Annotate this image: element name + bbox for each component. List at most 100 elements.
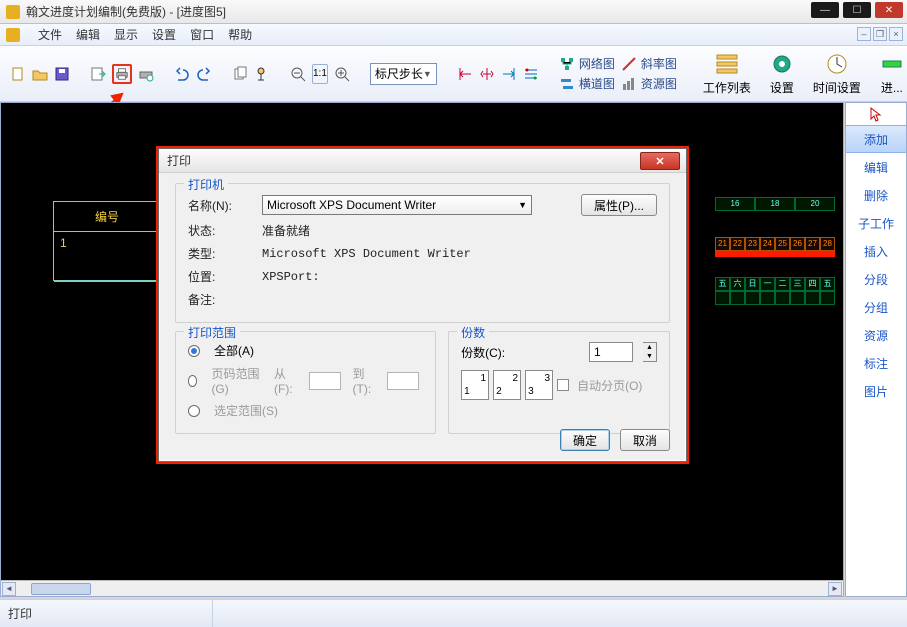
align-center-icon[interactable] — [479, 64, 495, 84]
export-icon[interactable] — [90, 64, 106, 84]
printer-fieldset: 打印机 名称(N): Microsoft XPS Document Writer… — [175, 183, 670, 323]
copies-legend: 份数 — [457, 324, 489, 341]
printer-select-value: Microsoft XPS Document Writer — [267, 198, 436, 212]
collate-icon-2: 22 — [493, 370, 521, 400]
dialog-close-button[interactable]: ✕ — [640, 152, 680, 170]
panel-delete[interactable]: 删除 — [846, 181, 906, 209]
window-maximize-button[interactable]: ☐ — [843, 2, 871, 18]
menu-help[interactable]: 帮助 — [228, 26, 252, 43]
app-icon — [6, 5, 20, 19]
redo-icon[interactable] — [196, 64, 212, 84]
panel-annotate[interactable]: 标注 — [846, 349, 906, 377]
menu-app-icon — [6, 28, 20, 42]
cancel-button[interactable]: 取消 — [620, 429, 670, 451]
gantt-left-pane: 编号 1 — [53, 201, 161, 281]
collate-label: 自动分页(O) — [577, 377, 642, 394]
range-legend: 打印范围 — [184, 324, 240, 341]
scroll-right-button[interactable]: ► — [828, 582, 842, 596]
window-close-button[interactable]: ✕ — [875, 2, 903, 18]
label-name: 名称(N): — [188, 197, 254, 214]
collate-checkbox[interactable] — [557, 379, 569, 391]
range-fieldset: 打印范围 全部(A) 页码范围(G) 从(F): 到(T): 选定范围(S) — [175, 331, 436, 434]
copies-spinner[interactable]: ▲▼ — [643, 342, 657, 362]
settings-button[interactable]: 设置 — [763, 49, 801, 98]
copies-fieldset: 份数 份数(C): 1 ▲▼ 11 22 33 自动分页(O) — [448, 331, 670, 434]
panel-resource[interactable]: 资源 — [846, 321, 906, 349]
printer-legend: 打印机 — [184, 176, 228, 193]
mdi-restore-button[interactable]: ❐ — [873, 27, 887, 41]
status-bar: 打印 — [0, 599, 907, 627]
gantt-column-header: 编号 — [54, 202, 160, 232]
panel-group[interactable]: 分组 — [846, 293, 906, 321]
menu-edit[interactable]: 编辑 — [76, 26, 100, 43]
align-right-icon[interactable] — [501, 64, 517, 84]
label-status: 状态: — [188, 222, 254, 239]
dialog-titlebar[interactable]: 打印 ✕ — [159, 149, 686, 173]
chevron-down-icon: ▼ — [518, 200, 527, 210]
mdi-minimize-button[interactable]: – — [857, 27, 871, 41]
print-button[interactable] — [112, 64, 132, 84]
print-preview-icon[interactable] — [138, 64, 154, 84]
value-where: XPSPort: — [262, 270, 320, 284]
scroll-left-button[interactable]: ◄ — [2, 582, 16, 596]
distribute-icon[interactable] — [523, 64, 539, 84]
pointer-tool[interactable] — [846, 103, 906, 125]
scroll-thumb[interactable] — [31, 583, 91, 595]
window-title: 翰文进度计划编制(免费版) - [进度图5] — [26, 3, 226, 20]
value-status: 准备就绪 — [262, 222, 310, 239]
value-type: Microsoft XPS Document Writer — [262, 247, 471, 261]
copy-icon[interactable] — [232, 64, 248, 84]
menu-bar: 文件 编辑 显示 设置 窗口 帮助 – ❐ × — [0, 24, 907, 46]
zoom-out-icon[interactable] — [290, 64, 306, 84]
panel-edit[interactable]: 编辑 — [846, 153, 906, 181]
printer-select[interactable]: Microsoft XPS Document Writer ▼ — [262, 195, 532, 215]
from-page-input — [309, 372, 341, 390]
menu-view[interactable]: 显示 — [114, 26, 138, 43]
printer-properties-button[interactable]: 属性(P)... — [581, 194, 657, 216]
ok-button[interactable]: 确定 — [560, 429, 610, 451]
mdi-close-button[interactable]: × — [889, 27, 903, 41]
resource-view-link[interactable]: 资源图 — [621, 75, 677, 92]
find-icon[interactable] — [254, 64, 270, 84]
open-file-icon[interactable] — [32, 64, 48, 84]
status-text: 打印 — [8, 605, 32, 622]
lane-view-link[interactable]: 横道图 — [559, 75, 615, 92]
gantt-row-1-id: 1 — [54, 232, 160, 282]
window-minimize-button[interactable]: — — [811, 2, 839, 18]
main-toolbar: 1:1 标尺步长 ▼ 网络图 横道图 斜率图 资源图 工作列表 设置 时间设置 … — [0, 46, 907, 102]
panel-segment[interactable]: 分段 — [846, 265, 906, 293]
new-file-icon[interactable] — [10, 64, 26, 84]
panel-insert[interactable]: 插入 — [846, 237, 906, 265]
right-tool-panel: 添加 编辑 删除 子工作 插入 分段 分组 资源 标注 图片 — [845, 102, 907, 597]
gantt-scale: 16 18 20 2122232425262728 五六日一二三四五 — [715, 197, 835, 305]
panel-add[interactable]: 添加 — [846, 125, 906, 153]
print-dialog-highlight: 打印 ✕ 打印机 名称(N): Microsoft XPS Document W… — [156, 146, 689, 464]
progress-button[interactable]: 进... — [873, 49, 907, 98]
slope-view-link[interactable]: 斜率图 — [621, 55, 677, 72]
radio-all[interactable] — [188, 345, 200, 357]
collate-icon-1: 11 — [461, 370, 489, 400]
workspace-horizontal-scrollbar[interactable]: ◄ ► — [1, 580, 843, 596]
align-left-icon[interactable] — [457, 64, 473, 84]
time-settings-button[interactable]: 时间设置 — [807, 49, 867, 98]
zoom-in-icon[interactable] — [334, 64, 350, 84]
menu-file[interactable]: 文件 — [38, 26, 62, 43]
copies-input[interactable]: 1 — [589, 342, 633, 362]
worklist-button[interactable]: 工作列表 — [697, 49, 757, 98]
save-icon[interactable] — [54, 64, 70, 84]
radio-selection — [188, 405, 200, 417]
dialog-title: 打印 — [167, 152, 191, 169]
ruler-step-select[interactable]: 标尺步长 ▼ — [370, 63, 437, 85]
chevron-down-icon: ▼ — [423, 69, 432, 79]
menu-settings[interactable]: 设置 — [152, 26, 176, 43]
panel-image[interactable]: 图片 — [846, 377, 906, 405]
to-page-input — [387, 372, 419, 390]
panel-subtask[interactable]: 子工作 — [846, 209, 906, 237]
print-dialog: 打印 ✕ 打印机 名称(N): Microsoft XPS Document W… — [158, 148, 687, 462]
zoom-reset-icon[interactable]: 1:1 — [312, 64, 328, 84]
collate-icon-3: 33 — [525, 370, 553, 400]
undo-icon[interactable] — [174, 64, 190, 84]
radio-all-row[interactable]: 全部(A) — [188, 342, 423, 359]
menu-window[interactable]: 窗口 — [190, 26, 214, 43]
network-view-link[interactable]: 网络图 — [559, 55, 615, 72]
